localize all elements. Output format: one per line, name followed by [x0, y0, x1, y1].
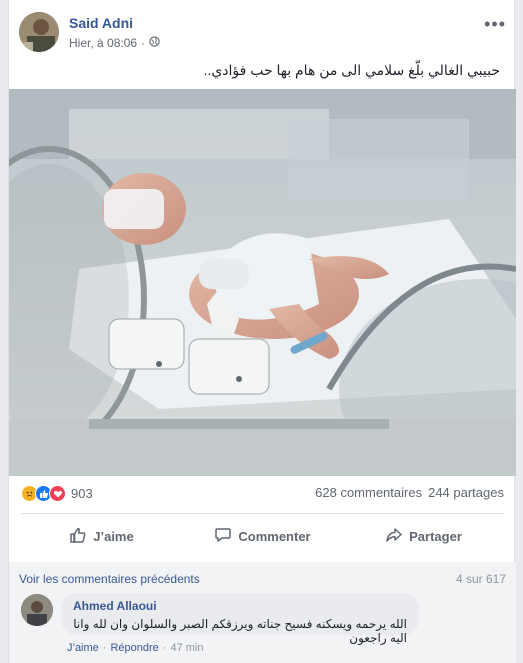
- post-actions: J’aime Commenter Partager: [21, 518, 504, 554]
- post-meta: Hier, à 08:06 ·: [69, 36, 160, 50]
- author-name[interactable]: Said Adni: [69, 15, 133, 31]
- comment-like-link[interactable]: J’aime: [67, 642, 99, 654]
- comment-time[interactable]: 47 min: [170, 642, 203, 654]
- like-label: J’aime: [93, 528, 134, 544]
- reactions-summary[interactable]: 903: [21, 485, 93, 502]
- dot-separator: ·: [141, 36, 146, 50]
- ellipsis-icon[interactable]: •••: [484, 14, 506, 35]
- author-avatar[interactable]: [19, 12, 59, 52]
- post-photo[interactable]: [9, 89, 516, 476]
- comment-label: Commenter: [238, 528, 311, 544]
- commenter-name[interactable]: Ahmed Allaoui: [73, 599, 407, 613]
- comments-count[interactable]: 628 commentaires: [315, 485, 422, 500]
- thumbs-up-icon: [69, 526, 87, 547]
- comment-actions: J’aime · Répondre · 47 min: [67, 642, 204, 654]
- comment-bubble-icon: [214, 526, 232, 547]
- post-time[interactable]: Hier, à 08:06: [69, 36, 137, 50]
- shares-count[interactable]: 244 partages: [428, 485, 504, 500]
- reaction-count[interactable]: 903: [71, 486, 93, 501]
- view-previous-comments-link[interactable]: Voir les commentaires précédents: [19, 572, 200, 586]
- dot-separator: ·: [162, 642, 167, 654]
- post-header: Said Adni Hier, à 08:06 · •••: [19, 12, 506, 56]
- stats-right: 628 commentaires 244 partages: [315, 485, 504, 500]
- comment-text: الله يرحمه ويسكنه فسيح جناته ويرزقكم الص…: [73, 617, 407, 645]
- globe-icon[interactable]: [149, 36, 160, 50]
- like-button[interactable]: J’aime: [21, 518, 182, 554]
- share-button[interactable]: Partager: [343, 518, 504, 554]
- comment-bubble: Ahmed Allaoui الله يرحمه ويسكنه فسيح جنا…: [61, 593, 419, 645]
- share-label: Partager: [409, 528, 462, 544]
- comments-section: Voir les commentaires précédents 4 sur 6…: [9, 562, 516, 663]
- post-text: حبيبي الغالي بلّغ سلامي الى من هام بها ح…: [203, 62, 500, 78]
- comment-reply-link[interactable]: Répondre: [110, 642, 158, 654]
- love-reaction-icon: [49, 485, 66, 502]
- post-card: Said Adni Hier, à 08:06 · ••• حبيبي الغا…: [8, 0, 516, 663]
- commenter-avatar[interactable]: [21, 594, 53, 626]
- post-stats: 903 628 commentaires 244 partages: [21, 485, 504, 505]
- divider: [21, 513, 504, 514]
- dot-separator: ·: [102, 642, 107, 654]
- comment-button[interactable]: Commenter: [182, 518, 343, 554]
- share-arrow-icon: [385, 526, 403, 547]
- comments-pagination: 4 sur 617: [455, 572, 506, 586]
